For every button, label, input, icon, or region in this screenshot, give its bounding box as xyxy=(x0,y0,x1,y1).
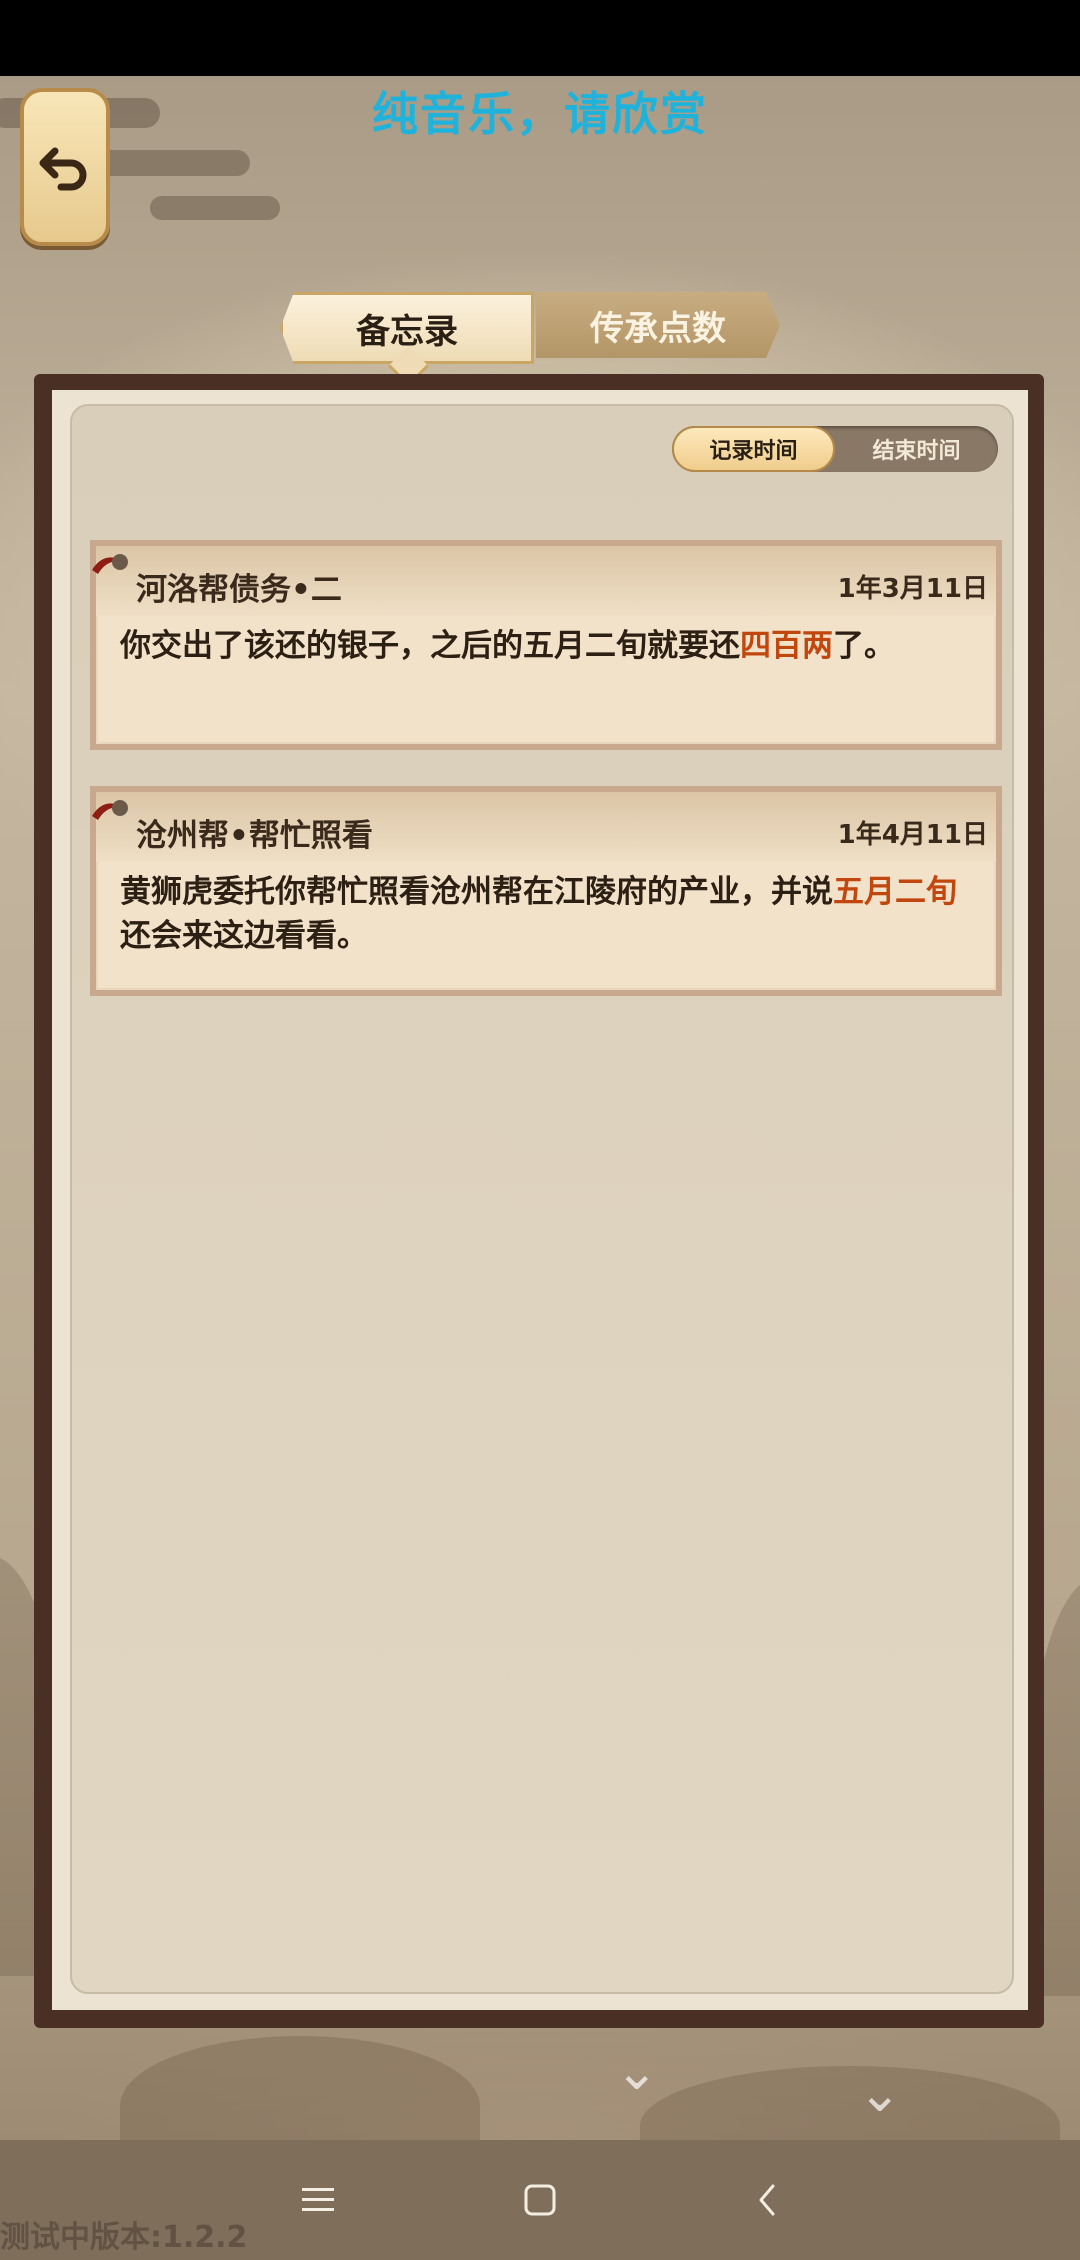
memo-highlight: 四百两 xyxy=(740,628,833,664)
banner-title: 纯音乐，请欣赏 xyxy=(372,87,708,141)
memo-card[interactable]: 河洛帮债务•二 1年3月11日 你交出了该还的银子，之后的五月二旬就要还四百两了… xyxy=(90,540,1002,750)
nav-home-button[interactable] xyxy=(510,2172,570,2228)
home-square-icon xyxy=(524,2184,556,2216)
chevron-left-icon xyxy=(759,2184,775,2216)
pin-ribbon-icon xyxy=(92,800,128,820)
memo-body: 你交出了该还的银子，之后的五月二旬就要还四百两了。 xyxy=(120,628,895,664)
tab-legacy-points[interactable]: 传承点数 xyxy=(536,292,780,358)
memo-card[interactable]: 沧州帮•帮忙照看 1年4月11日 黄狮虎委托你帮忙照看沧州帮在江陵府的产业，并说… xyxy=(90,786,1002,996)
version-label: 测试中版本:1.2.2 xyxy=(0,2220,248,2255)
nav-back-button[interactable] xyxy=(738,2172,798,2228)
memo-body: 黄狮虎委托你帮忙照看沧州帮在江陵府的产业，并说五月二旬还会来这边看看。 xyxy=(120,874,957,954)
memo-date: 1年4月11日 xyxy=(837,820,988,850)
sort-by-end-time[interactable]: 结束时间 xyxy=(835,426,998,472)
status-bar xyxy=(0,0,1080,76)
memo-highlight: 五月二旬 xyxy=(833,874,957,910)
memo-title: 沧州帮•帮忙照看 xyxy=(136,818,373,854)
memo-title: 河洛帮债务•二 xyxy=(136,572,342,608)
undo-arrow-icon xyxy=(37,137,93,197)
pin-ribbon-icon xyxy=(92,554,128,574)
memo-date: 1年3月11日 xyxy=(837,574,988,604)
menu-icon xyxy=(302,2188,334,2211)
back-button[interactable] xyxy=(20,88,110,246)
nav-menu-button[interactable] xyxy=(288,2172,348,2228)
sort-by-record-time[interactable]: 记录时间 xyxy=(672,426,835,472)
sort-toggle: 记录时间 结束时间 xyxy=(672,426,998,472)
